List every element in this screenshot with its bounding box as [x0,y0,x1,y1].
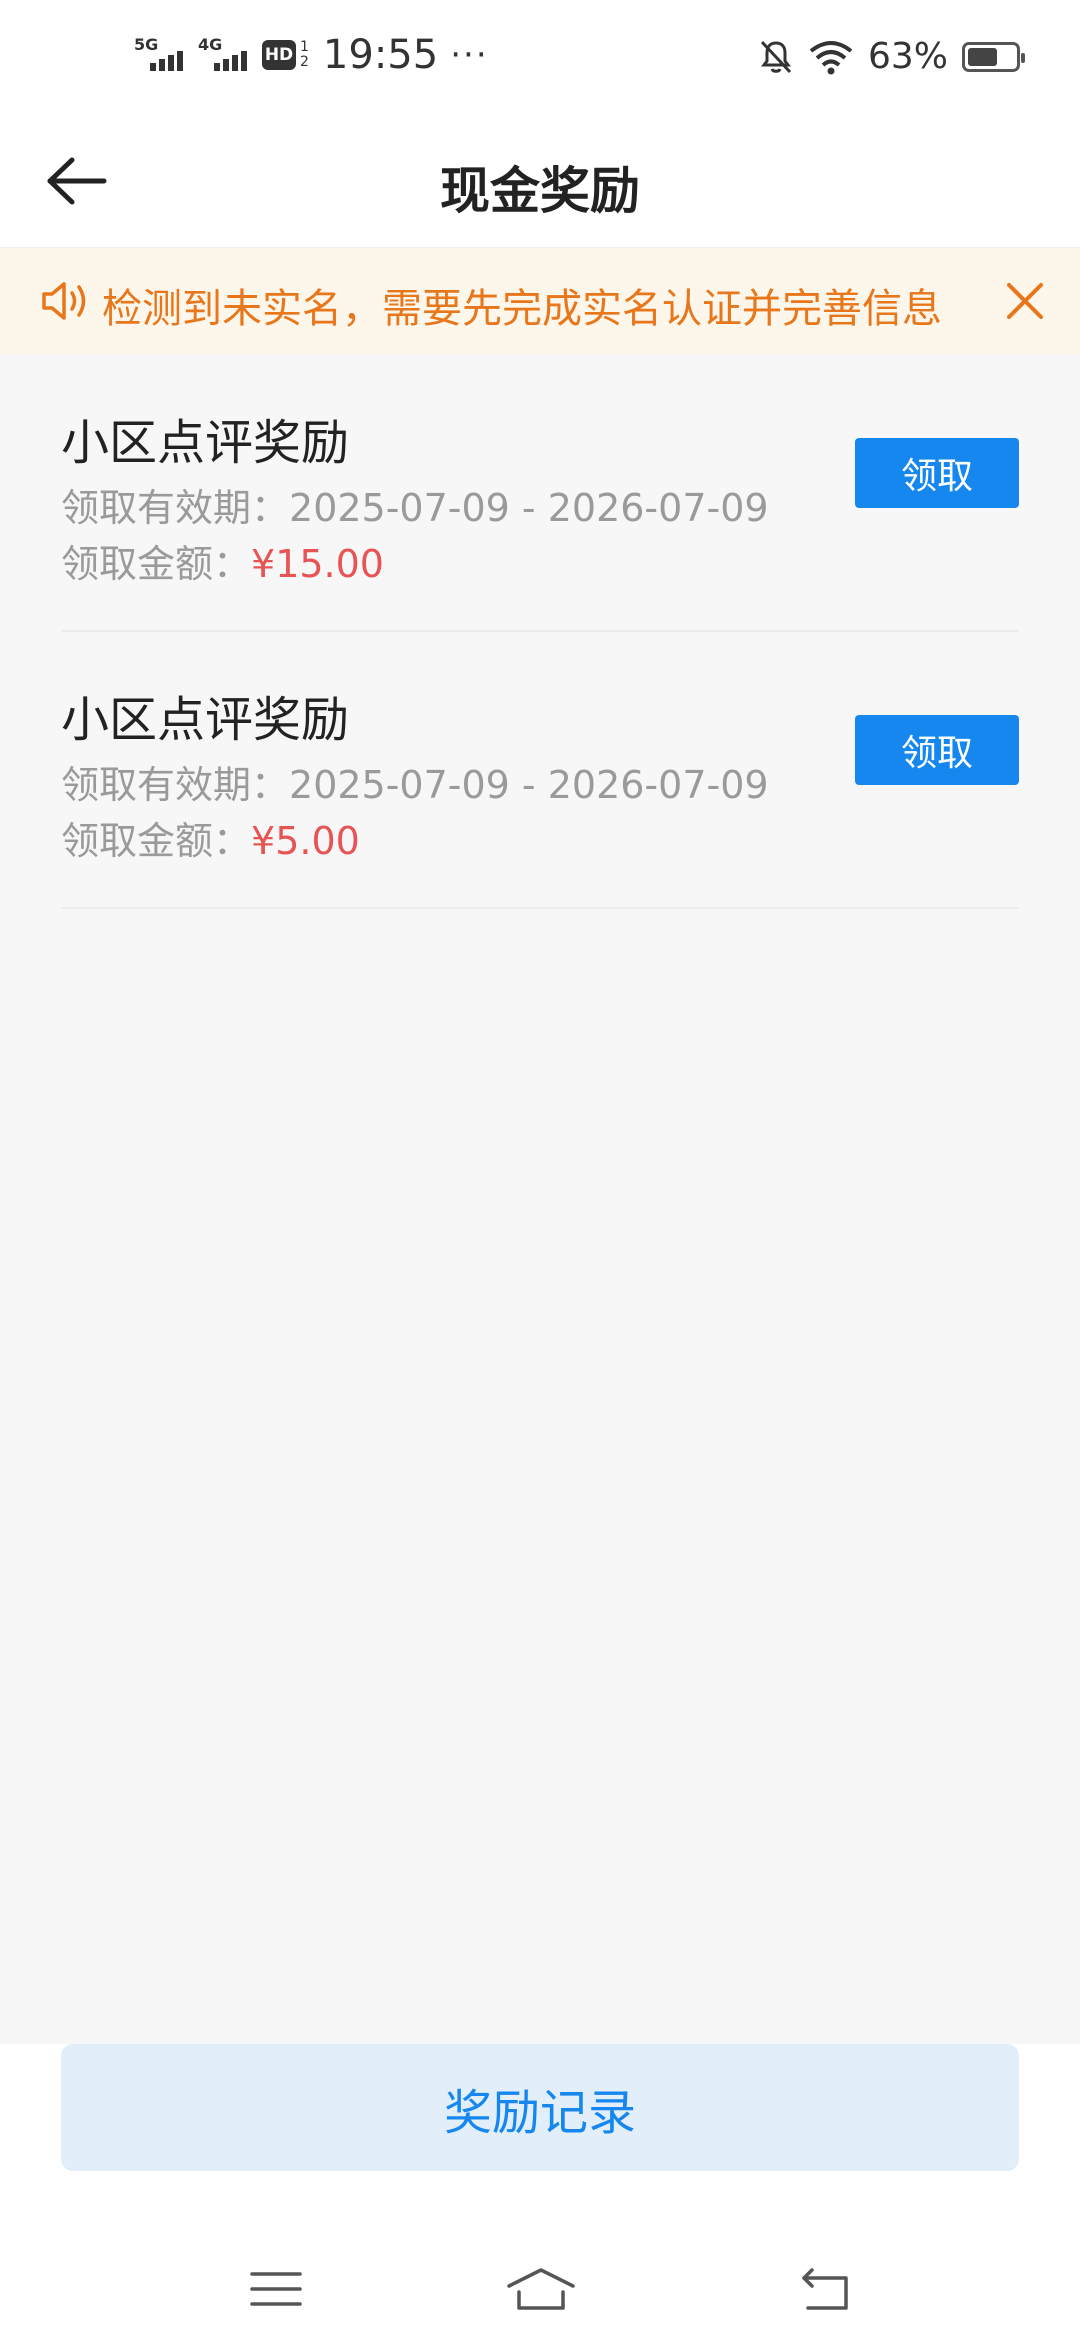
claim-button[interactable]: 领取 [855,715,1019,785]
back-nav-icon[interactable] [796,2264,856,2314]
bell-off-icon [760,40,792,73]
hd-sub-2: 2 [300,54,309,70]
screen: 5G 4G HD 1 2 19:55 ··· 63% 现金奖励 检测到未实名，需… [0,0,1080,2340]
reward-amount: ¥15.00 [251,542,384,586]
reward-records-button[interactable]: 奖励记录 [61,2044,1019,2171]
hd-voice-icon: HD [262,40,296,70]
reward-validity: 领取有效期：2025-07-09 - 2026-07-09 [61,477,769,532]
page-title: 现金奖励 [440,162,640,220]
battery-percent: 63% [867,36,948,77]
reward-amount: ¥5.00 [251,819,360,863]
speaker-icon [42,282,86,320]
menu-icon[interactable] [246,2264,306,2314]
reward-amount-row: 领取金额：¥5.00 [61,810,360,865]
hd-sim-index: 1 2 [300,40,309,70]
bottom-area: 奖励记录 [0,2044,1080,2340]
notice-text: 检测到未实名，需要先完成实名认证并完善信息 [102,286,942,332]
reward-validity: 领取有效期：2025-07-09 - 2026-07-09 [61,754,769,809]
status-left: 5G 4G HD 1 2 19:55 ··· [134,32,489,78]
claim-button[interactable]: 领取 [855,438,1019,508]
validity-label: 领取有效期： [61,486,290,530]
reward-item: 小区点评奖励 领取有效期：2025-07-09 - 2026-07-09 领取金… [61,353,1019,632]
status-time: 19:55 [322,32,439,78]
hd-sub-1: 1 [300,39,309,55]
reward-item: 小区点评奖励 领取有效期：2025-07-09 - 2026-07-09 领取金… [61,630,1019,909]
status-bar: 5G 4G HD 1 2 19:55 ··· 63% [0,0,1080,115]
reward-title: 小区点评奖励 [61,415,350,471]
signal-4g-icon: 4G [198,35,254,75]
app-header: 现金奖励 [0,115,1080,248]
status-right: 63% [758,36,1025,77]
amount-label: 领取金额： [61,819,252,863]
home-icon[interactable] [505,2264,577,2314]
validity-label: 领取有效期： [61,763,290,807]
notice-banner: 检测到未实名，需要先完成实名认证并完善信息 [0,248,1080,354]
signal-5g-icon: 5G [134,35,190,75]
reward-amount-row: 领取金额：¥15.00 [61,533,384,588]
battery-icon [962,41,1025,72]
validity-range: 2025-07-09 - 2026-07-09 [289,486,769,530]
system-nav-bar [0,2244,1080,2340]
wifi-icon [809,40,853,74]
validity-range: 2025-07-09 - 2026-07-09 [289,763,769,807]
close-icon[interactable] [1000,276,1050,326]
amount-label: 领取金额： [61,542,252,586]
battery-fill [968,47,997,66]
reward-title: 小区点评奖励 [61,692,350,748]
more-notifications-icon: ··· [450,35,489,75]
